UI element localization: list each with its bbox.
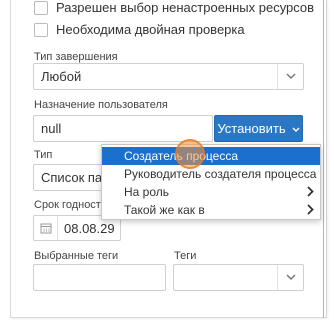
tags-select[interactable] [173, 264, 304, 291]
calendar-icon[interactable] [34, 216, 58, 240]
menu-item-label: Создатель процесса [124, 149, 239, 163]
checkbox-row-unconfigured-resources[interactable]: Разрешен выбор ненастроенных ресурсов [34, 0, 314, 15]
chevron-right-icon [307, 186, 314, 200]
panel-scrollbar[interactable] [323, 0, 324, 318]
chevron-down-icon[interactable] [277, 265, 303, 290]
expiry-label: Срок годности [34, 199, 107, 211]
chevron-down-icon [292, 121, 300, 136]
expiry-value: 08.08.29 [64, 220, 115, 236]
set-button[interactable]: Установить [214, 115, 303, 142]
double-check-label: Необходима двойная проверка [56, 22, 245, 37]
completion-type-label: Тип завершения [34, 51, 118, 63]
menu-item-by-role[interactable]: На роль [102, 183, 320, 201]
double-check-checkbox[interactable] [34, 22, 48, 37]
completion-type-value: Любой [41, 69, 82, 84]
user-assignment-input[interactable]: null [33, 115, 213, 142]
tags-label: Теги [174, 250, 197, 262]
selected-tags-label: Выбранные теги [34, 250, 119, 262]
set-button-label: Установить [217, 121, 286, 136]
user-assignment-label: Назначение пользователя [34, 99, 168, 111]
menu-item-label: Такой же как в [124, 203, 205, 217]
unconfigured-resources-checkbox[interactable] [34, 0, 48, 15]
menu-item-creator-manager[interactable]: Руководитель создателя процесса [102, 165, 320, 183]
menu-item-label: На роль [124, 185, 170, 199]
menu-item-same-as[interactable]: Такой же как в [102, 201, 320, 219]
assignment-dropdown-menu: Создатель процесса Руководитель создател… [101, 144, 321, 220]
user-assignment-value: null [41, 121, 62, 136]
chevron-right-icon [307, 204, 314, 218]
type-label: Тип [34, 149, 53, 161]
unconfigured-resources-label: Разрешен выбор ненастроенных ресурсов [56, 0, 315, 15]
menu-item-label: Руководитель создателя процесса [124, 167, 317, 181]
chevron-down-icon[interactable] [277, 64, 303, 89]
checkbox-row-double-check[interactable]: Необходима двойная проверка [34, 22, 245, 37]
selected-tags-field[interactable] [33, 264, 166, 291]
menu-item-process-creator[interactable]: Создатель процесса [102, 147, 320, 165]
completion-type-select[interactable]: Любой [33, 63, 304, 90]
